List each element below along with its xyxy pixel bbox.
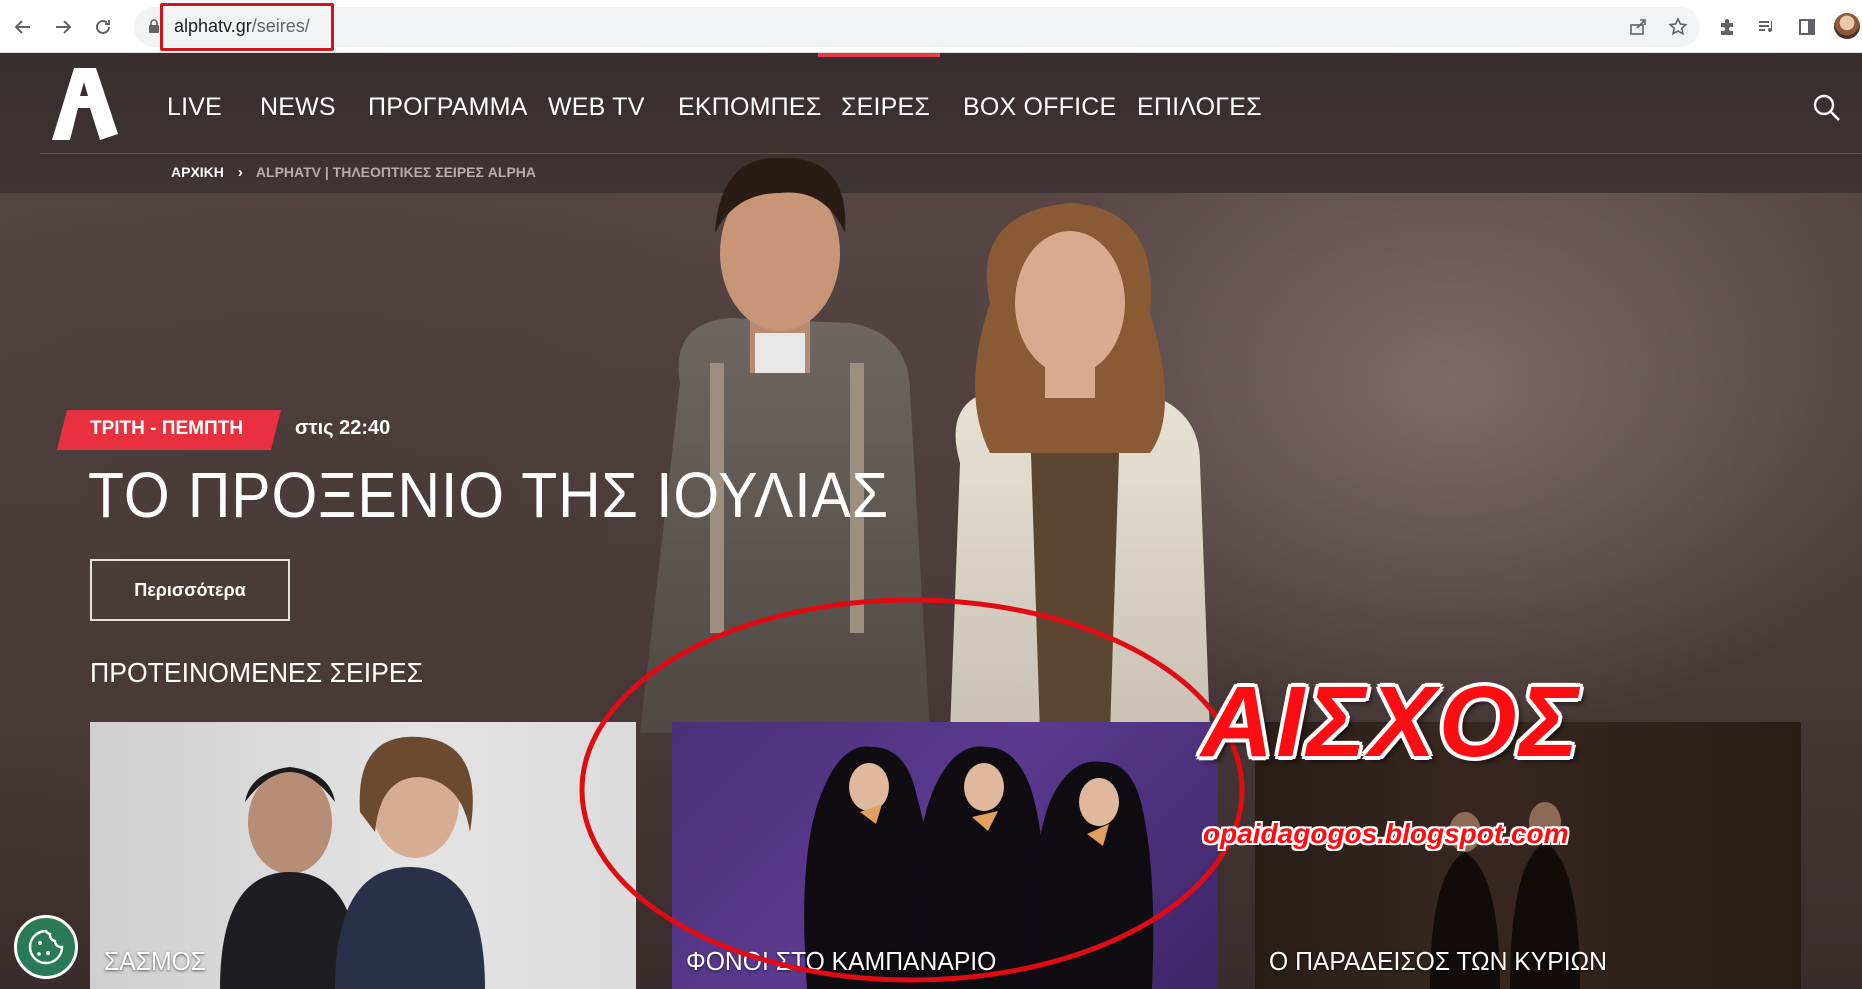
cookie-settings-button[interactable] [14,915,78,979]
menu-item-epiloges[interactable]: ΕΠΙΛΟΓΕΣ [1137,93,1262,122]
menu-item-web-tv[interactable]: WEB TV [548,93,645,122]
extensions-icon[interactable] [1714,14,1740,40]
menu-item-ekpompes[interactable]: ΕΚΠΟΜΠΕΣ [678,93,821,122]
menu-item-programma[interactable]: ΠΡΟΓΡΑΜΜΑ [368,93,528,122]
breadcrumb: ΑΡΧΙΚΗ › ALPHATV | ΤΗΛΕΟΠΤΙΚΕΣ ΣΕΙΡΕΣ AL… [171,162,536,182]
chevron-right-icon: › [237,163,243,181]
forward-icon[interactable] [50,14,76,40]
menu-item-seires[interactable]: ΣΕΙΡΕΣ [841,93,930,122]
cookie-icon [28,929,64,965]
menu-item-live[interactable]: LIVE [167,93,222,122]
breadcrumb-home[interactable]: ΑΡΧΙΚΗ [171,164,224,180]
share-icon[interactable] [1625,14,1651,40]
more-button[interactable]: Περισσότερα [90,559,290,621]
alpha-logo[interactable] [44,64,124,144]
header-divider [40,153,1862,154]
active-menu-indicator [818,53,940,57]
menu-item-news[interactable]: NEWS [260,93,336,122]
hero-title: ΤΟ ΠΡΟΞΕΝΙΟ ΤΗΣ ΙΟΥΛΙΑΣ [88,459,890,531]
star-icon[interactable] [1665,14,1691,40]
air-time: στις 22:40 [295,417,391,439]
url-highlight-box [160,3,334,51]
series-card-sasmos[interactable]: ΣΑΣΜΟΣ [90,722,636,989]
menu-item-box-office[interactable]: BOX OFFICE [963,93,1116,122]
search-icon[interactable] [1812,93,1842,128]
browser-toolbar: alphatv.gr/seires/ [0,0,1862,53]
reload-icon[interactable] [90,14,116,40]
media-control-icon[interactable] [1754,14,1780,40]
profile-avatar[interactable] [1834,13,1860,39]
shame-caption: ΑΙΣΧΟΣ [1201,666,1582,778]
back-icon[interactable] [10,14,36,40]
day-badge-label: ΤΡΙΤΗ - ΠΕΜΠΤΗ [90,418,244,439]
side-panel-icon[interactable] [1794,14,1820,40]
card-title: Ο ΠΑΡΑΔΕΙΣΟΣ ΤΩΝ ΚΥΡΙΩΝ [1269,946,1607,976]
address-bar[interactable] [134,7,1700,47]
lock-icon[interactable] [148,19,160,39]
card-title: ΣΑΣΜΟΣ [104,946,207,976]
breadcrumb-current: ALPHATV | ΤΗΛΕΟΠΤΙΚΕΣ ΣΕΙΡΕΣ ALPHA [255,164,537,180]
red-circle-annotation [579,597,1245,983]
recommended-section-title: ΠΡΟΤΕΙΝΟΜΕΝΕΣ ΣΕΙΡΕΣ [90,657,424,688]
blog-watermark: opaidagogos.blogspot.com [1203,818,1569,849]
